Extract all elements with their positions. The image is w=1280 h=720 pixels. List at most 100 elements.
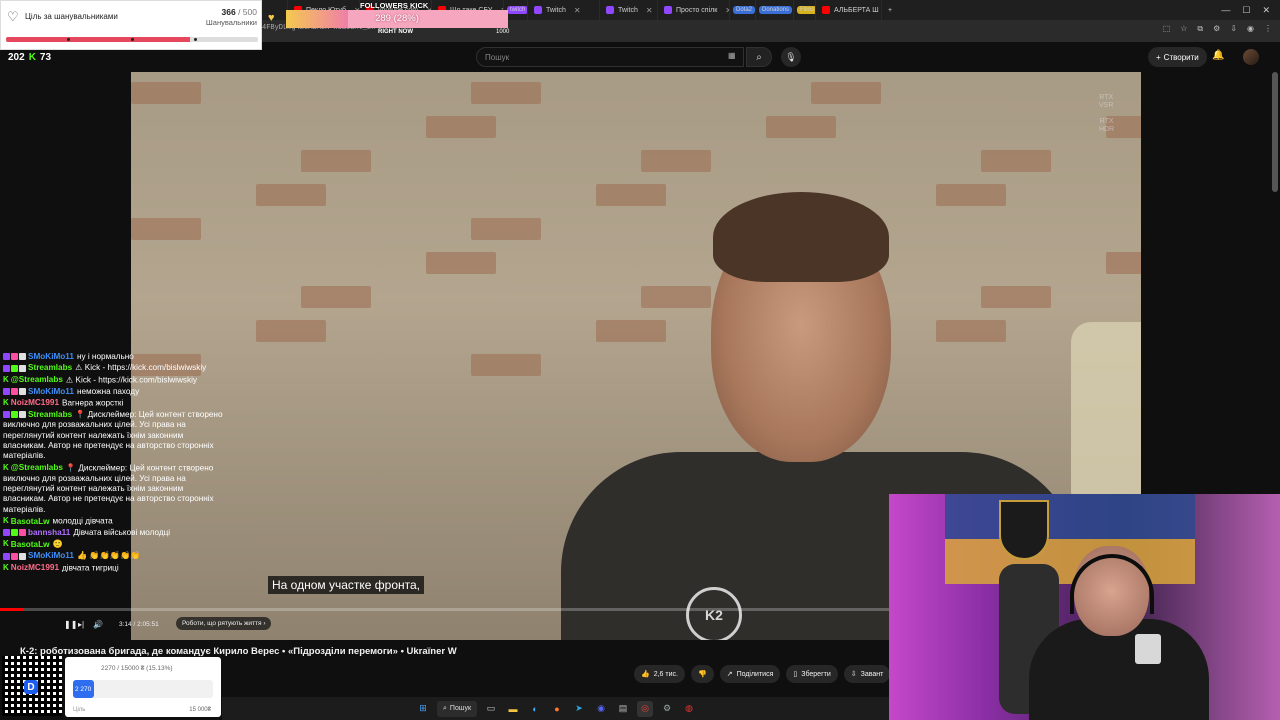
followers-kick-label: 289 (28%) — [375, 13, 419, 24]
chat-message: K NoizMC1991 дівчата тигриці — [3, 563, 223, 574]
donation-progress-fill: 2 270 — [73, 680, 95, 698]
bookmark-icon: ▯ — [793, 671, 798, 678]
create-button[interactable]: + Створити — [1148, 47, 1207, 67]
search-button[interactable]: ⌕ — [746, 47, 772, 67]
taskbar-search[interactable]: ⌕ Пошук — [436, 700, 478, 717]
chat-text: молодці дівчата — [52, 516, 113, 526]
tab-close-icon[interactable]: ✕ — [574, 6, 581, 15]
user-badge-icon — [19, 529, 26, 537]
chat-nick: BasotaLw — [10, 516, 50, 526]
chapter-chip[interactable]: Роботи, що рятують життя › — [176, 617, 272, 630]
goal-marker — [131, 38, 134, 41]
chat-nick: NoizMC1991 — [10, 398, 60, 408]
maximize-icon[interactable]: ☐ — [1242, 5, 1250, 16]
like-button[interactable]: 👍 2,6 тис. — [634, 665, 685, 683]
video-progress-bar[interactable] — [0, 608, 890, 611]
next-icon[interactable]: ▸| — [78, 620, 84, 629]
wall-brick — [301, 150, 371, 172]
discord-icon[interactable]: ◉ — [593, 701, 609, 717]
close-icon[interactable]: ✕ — [1262, 5, 1270, 16]
wall-brick — [426, 252, 496, 274]
tab-favicon-icon — [606, 6, 614, 14]
play-pause-icon[interactable]: ❚❚ — [64, 620, 77, 629]
wall-brick — [471, 82, 541, 104]
install-icon[interactable]: ⬚ — [1163, 24, 1171, 34]
progress-fill — [0, 608, 24, 611]
browser-tab[interactable]: Twitch ✕ — [600, 0, 658, 20]
chat-text: ну і нормально — [76, 352, 134, 361]
tab-close-icon[interactable]: ✕ — [646, 6, 653, 15]
avatar[interactable] — [1243, 49, 1259, 65]
menu-icon[interactable]: ⋮ — [1264, 24, 1272, 34]
wall-brick — [471, 354, 541, 376]
download-button[interactable]: ⇩ Завант — [843, 665, 891, 683]
chat-nick: SMoKiMo11 — [28, 551, 74, 561]
chat-nick: SMoKiMo11 — [28, 352, 74, 361]
edge-icon[interactable]: ◐ — [527, 701, 543, 717]
user-badge-icon — [19, 353, 26, 361]
chat-nick: bannsha11 — [28, 528, 71, 537]
wall-brick — [131, 82, 201, 104]
share-label: Поділитися — [736, 670, 774, 678]
firefox-icon[interactable]: ● — [549, 701, 565, 717]
chat-badges — [3, 529, 26, 537]
notifications-bell-icon[interactable]: 🔔 — [1212, 50, 1224, 61]
bookmark-star-icon[interactable]: ☆ — [1180, 24, 1187, 34]
page-scrollbar[interactable] — [1272, 72, 1278, 192]
voice-search-button[interactable]: 🎙 — [781, 47, 801, 67]
new-tab-button[interactable]: + — [882, 0, 898, 20]
windows-start-icon[interactable]: ⊞ — [415, 701, 431, 717]
share-button[interactable]: ↗ Поділитися — [719, 665, 781, 683]
chat-badges — [3, 552, 26, 560]
chat-badges: K — [3, 463, 9, 473]
browser-tab[interactable]: Просто спілк✕ — [658, 0, 730, 20]
volume-icon[interactable]: 🔊 — [93, 620, 103, 629]
minimize-icon[interactable]: — — [1221, 5, 1230, 16]
goal-progress-fill — [6, 37, 190, 42]
task-view-icon[interactable]: ▭ — [483, 701, 499, 717]
tab-group-chip[interactable]: Donations — [759, 6, 793, 14]
mug — [1135, 634, 1161, 664]
app-icon[interactable]: ▤ — [615, 701, 631, 717]
telegram-icon[interactable]: ➤ — [571, 701, 587, 717]
save-button[interactable]: ▯ Зберегти — [786, 665, 838, 683]
obs-icon[interactable]: ◍ — [681, 701, 697, 717]
search-icon: ⌕ — [442, 704, 447, 712]
browser-tab[interactable]: Donations — [756, 0, 794, 20]
goal-subtitle: Шанувальники — [205, 18, 257, 27]
browser-tab[interactable]: АЛЬБЕРТА Ш✕ — [816, 0, 882, 20]
user-badge-icon — [11, 364, 18, 372]
browser-tab[interactable]: Films — [794, 0, 816, 20]
extensions-icon[interactable]: ⧉ — [1197, 24, 1203, 34]
tab-group-chip[interactable]: Dota2 — [733, 6, 755, 14]
keyboard-icon[interactable]: ▦ — [728, 51, 736, 60]
tab-label: АЛЬБЕРТА Ш — [834, 6, 879, 14]
video-time: 3:14 / 2:05:51 — [119, 621, 159, 628]
download-icon[interactable]: ⇩ — [1230, 24, 1237, 34]
chat-badges — [3, 364, 26, 372]
dislike-button[interactable]: 👎 — [690, 665, 714, 683]
tab-group-chip[interactable]: twitch — [507, 6, 527, 14]
wall-brick — [641, 286, 711, 308]
browser-tab[interactable]: Dota2 — [730, 0, 756, 20]
streamer-webcam — [889, 494, 1280, 720]
browser-tab[interactable]: Twitch ✕ — [528, 0, 600, 20]
file-explorer-icon[interactable]: ▬ — [505, 701, 521, 717]
search-input[interactable]: Пошук — [476, 47, 744, 67]
chat-text: 🙂 — [52, 539, 63, 549]
chat-text: 👍 👏👏👏👏👏 — [76, 551, 141, 561]
chrome-icon[interactable]: ◎ — [637, 700, 654, 717]
wall-brick — [596, 320, 666, 342]
search-icon: ⌕ — [756, 51, 762, 63]
goal-marker — [194, 38, 197, 41]
video-title: К-2: роботизована бригада, де командує К… — [20, 646, 457, 657]
chat-message: K @Streamlabs 📍 Дисклеймер: Цей контент ст… — [3, 463, 223, 515]
user-badge-icon — [3, 529, 10, 537]
profile-icon[interactable]: ◉ — [1247, 24, 1254, 34]
settings-gear-icon[interactable]: ⚙ — [659, 701, 675, 717]
wall-brick — [596, 184, 666, 206]
wall-brick — [936, 320, 1006, 342]
wall-brick — [981, 286, 1051, 308]
tab-group-chip[interactable]: Films — [797, 6, 815, 14]
extension-icon[interactable]: ⚙ — [1213, 24, 1220, 34]
